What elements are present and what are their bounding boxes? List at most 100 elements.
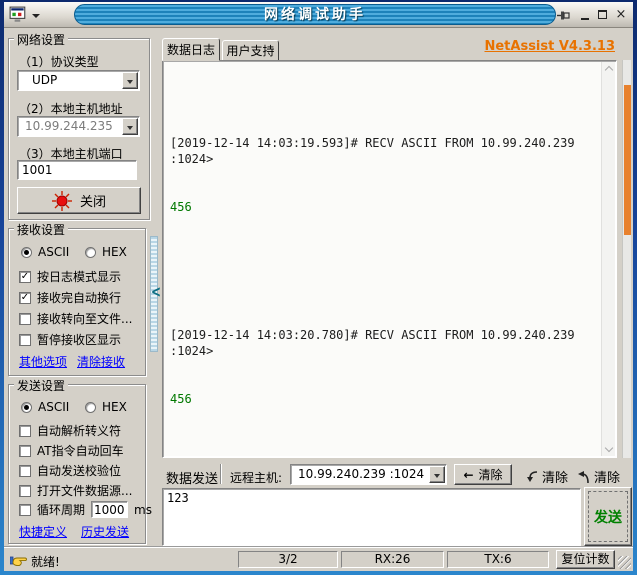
reset-count-button[interactable]: 复位计数 [556, 550, 615, 569]
checkbox-file-source[interactable]: 打开文件数据源... [19, 482, 132, 499]
checkbox-escape-parse[interactable]: 自动解析转义符 [19, 422, 121, 439]
checkbox-checksum[interactable]: 自动发送校验位 [19, 462, 121, 479]
host-label: （2）本地主机地址 [19, 102, 123, 116]
host-combobox[interactable]: 10.99.244.235 [17, 116, 140, 137]
checkbox-recv-to-file-label: 接收转向至文件... [37, 312, 133, 326]
other-options-link[interactable]: 其他选项 [19, 353, 67, 370]
checkbox-unchecked-icon [19, 333, 31, 346]
checkbox-recv-to-file[interactable]: 接收转向至文件... [19, 310, 132, 327]
maximize-icon [598, 10, 607, 19]
clear-send-display-button[interactable]: 清除 [577, 467, 620, 486]
send-input-area[interactable]: 123 [162, 488, 581, 546]
arrow-left-icon: ← [463, 467, 474, 482]
send-hex-radio[interactable]: HEX [85, 400, 127, 414]
remote-host-label: 远程主机: [230, 471, 283, 485]
scroll-up-icon[interactable] [604, 65, 614, 75]
checkbox-checksum-label: 自动发送校验位 [37, 464, 122, 478]
radio-off-icon [85, 246, 96, 258]
recv-ascii-label: ASCII [38, 245, 70, 259]
chevron-down-icon [127, 126, 133, 133]
tab-user-support-label: 用户支持 [226, 44, 275, 58]
tab-data-log[interactable]: 数据日志 [162, 38, 220, 61]
window-menu-caret-icon[interactable] [32, 14, 40, 22]
port-input[interactable] [17, 160, 137, 180]
remote-host-combobox[interactable]: 10.99.240.239 :1024 [290, 464, 447, 485]
checkbox-auto-newline[interactable]: ✓ 接收完自动换行 [19, 289, 121, 306]
checkbox-log-mode[interactable]: ✓ 按日志模式显示 [19, 268, 121, 285]
checkbox-unchecked-icon [19, 484, 31, 497]
log-text-area[interactable]: [2019-12-14 14:03:19.593]# RECV ASCII FR… [164, 62, 601, 456]
checkbox-at-cr-label: AT指令自动回车 [37, 444, 124, 458]
recv-hex-radio[interactable]: HEX [85, 245, 127, 259]
loop-period-unit: ms [134, 502, 152, 517]
status-counter-panel: 3/2 [238, 551, 338, 568]
send-ascii-label: ASCII [38, 400, 70, 414]
tab-data-log-label: 数据日志 [166, 43, 215, 57]
send-settings-title: 发送设置 [14, 377, 69, 394]
app-window: 网络调试助手 × 网络设置 （1）协议类型 UDP （2）本地主机地址 10.9… [0, 0, 637, 575]
receive-settings-group: 接收设置 ASCII HEX ✓ 按日志模式显示 ✓ 接收完自动换行 接收转向至… [8, 221, 146, 376]
loop-period-label: 循环周期 [37, 503, 86, 517]
window-title: 网络调试助手 [74, 4, 556, 25]
send-ascii-radio[interactable]: ASCII [21, 400, 69, 414]
scrollbar-thumb[interactable] [624, 85, 631, 235]
loop-period-input[interactable] [91, 501, 129, 518]
chevron-left-icon: < [151, 282, 162, 302]
checkbox-loop-period[interactable]: 循环周期 ms [19, 501, 152, 518]
remote-host-value: 10.99.240.239 :1024 [298, 467, 425, 481]
close-connection-button[interactable]: 关闭 [17, 187, 141, 214]
clear-receive-display-button[interactable]: 清除 [525, 467, 568, 486]
log-entry-data: 456 [170, 392, 192, 406]
history-send-link[interactable]: 历史发送 [81, 523, 129, 540]
app-icon[interactable] [9, 6, 27, 24]
checkbox-unchecked-icon [19, 464, 31, 477]
quick-define-link[interactable]: 快捷定义 [19, 523, 67, 540]
status-rx-panel: RX:26 [341, 551, 444, 568]
panel-collapse-splitter[interactable]: < [150, 236, 162, 352]
remote-host-dropdown-button[interactable] [429, 466, 445, 483]
log-entry: [2019-12-14 14:03:20.780]# RECV ASCII FR… [170, 295, 595, 439]
checkbox-unchecked-icon [19, 444, 31, 457]
log-entry: [2019-12-14 14:03:19.593]# RECV ASCII FR… [170, 103, 595, 247]
curved-arrow-up-icon [578, 470, 589, 483]
send-settings-group: 发送设置 ASCII HEX 自动解析转义符 AT指令自动回车 自动发送校验位 … [8, 377, 152, 544]
network-settings-title: 网络设置 [14, 31, 69, 48]
checkbox-escape-parse-label: 自动解析转义符 [37, 424, 122, 438]
log-entry-header: [2019-12-14 14:03:19.593]# RECV ASCII FR… [170, 136, 582, 166]
pointing-hand-icon [10, 556, 27, 567]
version-link[interactable]: NetAssist V4.3.13 [484, 39, 615, 54]
log-entry-data: 456 [170, 200, 192, 214]
pin-icon[interactable] [557, 10, 571, 21]
close-connection-label: 关闭 [79, 195, 106, 210]
host-dropdown-button[interactable] [122, 118, 138, 135]
protocol-dropdown-button[interactable] [122, 72, 138, 89]
tab-user-support[interactable]: 用户支持 [222, 40, 279, 61]
radio-off-icon [85, 401, 96, 413]
checkbox-at-cr[interactable]: AT指令自动回车 [19, 442, 124, 459]
network-settings-group: 网络设置 （1）协议类型 UDP （2）本地主机地址 10.99.244.235… [8, 31, 150, 220]
log-scrollbar[interactable] [601, 62, 615, 456]
data-send-label: 数据发送 [166, 472, 219, 487]
send-button[interactable]: 发送 [584, 487, 632, 546]
client-area: 网络调试助手 × 网络设置 （1）协议类型 UDP （2）本地主机地址 10.9… [4, 2, 633, 571]
status-bar: 就绪! 3/2 RX:26 TX:6 复位计数 [4, 547, 633, 571]
send-button-label: 发送 [594, 509, 622, 526]
log-entry-header: [2019-12-14 14:03:20.780]# RECV ASCII FR… [170, 328, 582, 358]
scroll-down-icon[interactable] [604, 443, 614, 453]
resize-grip[interactable] [618, 556, 631, 569]
close-button[interactable]: × [613, 7, 629, 23]
checkbox-auto-newline-label: 接收完自动换行 [37, 291, 122, 305]
clear-receive-link[interactable]: 清除接收 [77, 353, 125, 370]
protocol-label: （1）协议类型 [19, 55, 99, 69]
recv-ascii-radio[interactable]: ASCII [21, 245, 69, 259]
title-bar: 网络调试助手 × [4, 2, 633, 28]
window-edge-scrollbar[interactable] [622, 60, 631, 458]
send-hex-label: HEX [102, 400, 127, 414]
clear-send-area-button[interactable]: ← 清除 [454, 464, 512, 485]
maximize-button[interactable] [595, 7, 611, 23]
minimize-button[interactable] [577, 7, 593, 23]
checkbox-pause-display[interactable]: 暂停接收区显示 [19, 331, 121, 348]
protocol-combobox[interactable]: UDP [17, 70, 140, 91]
receive-settings-title: 接收设置 [14, 221, 69, 238]
radio-on-icon [21, 401, 32, 413]
